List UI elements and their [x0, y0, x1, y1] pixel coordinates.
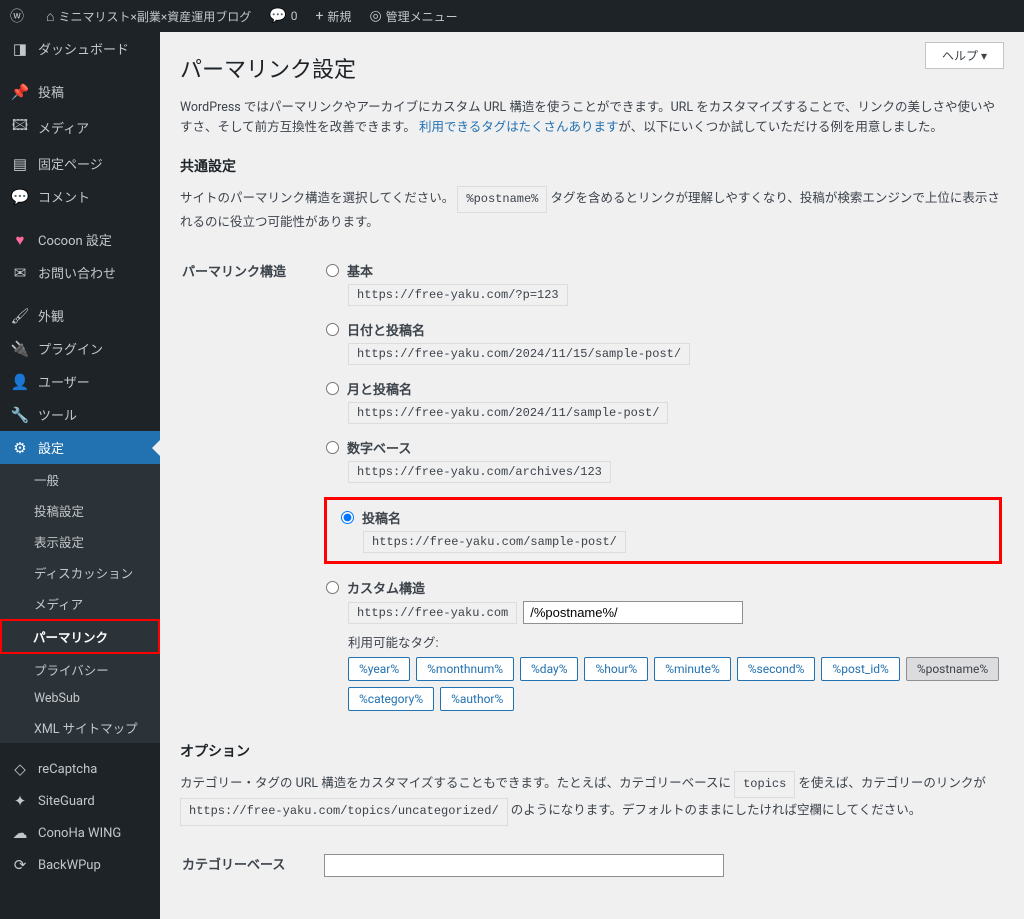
chip-second[interactable]: %second%	[737, 657, 816, 681]
wrench-icon: 🔧	[10, 406, 30, 424]
heart-icon: ♥	[10, 231, 30, 249]
chip-hour[interactable]: %hour%	[584, 657, 648, 681]
menu-pages[interactable]: ▤固定ページ	[0, 147, 160, 180]
example-month: https://free-yaku.com/2024/11/sample-pos…	[348, 402, 668, 424]
user-icon: 👤	[10, 373, 30, 391]
label-day[interactable]: 日付と投稿名	[347, 320, 425, 339]
label-month[interactable]: 月と投稿名	[347, 379, 412, 398]
shield-icon: ✦	[10, 792, 30, 810]
dashboard-icon: ◨	[10, 40, 30, 58]
intro-text: WordPress ではパーマリンクやアーカイブにカスタム URL 構造を使うこ…	[180, 98, 1004, 138]
admin-toolbar: ⓦ ⌂ミニマリスト×副業×資産運用ブログ 💬0 +新規 ◎管理メニュー	[0, 0, 1024, 32]
chip-postname[interactable]: %postname%	[906, 657, 999, 681]
sub-privacy[interactable]: プライバシー	[0, 654, 160, 685]
menu-settings[interactable]: ⚙設定	[0, 431, 160, 464]
tag-chips: %year% %monthnum% %day% %hour% %minute% …	[348, 657, 1002, 711]
menu-conoha[interactable]: ☁ConoHa WING	[0, 817, 160, 849]
category-base-input[interactable]	[324, 854, 724, 877]
menu-siteguard[interactable]: ✦SiteGuard	[0, 785, 160, 817]
menu-backwpup[interactable]: ⟳BackWPup	[0, 849, 160, 881]
radio-numeric[interactable]	[326, 441, 339, 454]
custom-base: https://free-yaku.com	[348, 602, 517, 624]
page-title: パーマリンク設定	[180, 52, 1004, 84]
settings-submenu: 一般 投稿設定 表示設定 ディスカッション メディア パーマリンク プライバシー…	[0, 464, 160, 743]
sub-general[interactable]: 一般	[0, 464, 160, 495]
new-content[interactable]: +新規	[315, 8, 351, 25]
chip-minute[interactable]: %minute%	[654, 657, 731, 681]
custom-structure-input[interactable]	[523, 601, 743, 624]
site-name[interactable]: ⌂ミニマリスト×副業×資産運用ブログ	[46, 8, 251, 25]
sub-permalink[interactable]: パーマリンク	[0, 619, 160, 654]
sub-websub[interactable]: WebSub	[0, 685, 160, 712]
main-content: ヘルプ ▾ パーマリンク設定 WordPress ではパーマリンクやアーカイブに…	[160, 32, 1024, 919]
chip-postid[interactable]: %post_id%	[821, 657, 899, 681]
tags-label: 利用可能なタグ:	[348, 632, 1002, 651]
radio-day[interactable]	[326, 323, 339, 336]
label-custom[interactable]: カスタム構造	[347, 578, 425, 597]
label-numeric[interactable]: 数字ベース	[347, 438, 411, 457]
wing-icon: ☁	[10, 824, 30, 842]
common-desc: サイトのパーマリンク構造を選択してください。 %postname% タグを含める…	[180, 186, 1004, 233]
sub-xml[interactable]: XML サイトマップ	[0, 712, 160, 743]
menu-users[interactable]: 👤ユーザー	[0, 365, 160, 398]
help-tab[interactable]: ヘルプ ▾	[925, 42, 1004, 69]
menu-posts[interactable]: 📌投稿	[0, 75, 160, 108]
postname-tag-inline: %postname%	[457, 186, 547, 213]
menu-plugins[interactable]: 🔌プラグイン	[0, 332, 160, 365]
sub-writing[interactable]: 投稿設定	[0, 495, 160, 526]
label-postname[interactable]: 投稿名	[362, 508, 401, 527]
menu-dashboard[interactable]: ◨ダッシュボード	[0, 32, 160, 65]
example-numeric: https://free-yaku.com/archives/123	[348, 461, 611, 483]
menu-tools[interactable]: 🔧ツール	[0, 398, 160, 431]
menu-comments[interactable]: 💬コメント	[0, 180, 160, 213]
admin-menu-link[interactable]: ◎管理メニュー	[369, 8, 457, 25]
media-icon: 🖾	[10, 115, 30, 140]
menu-contact[interactable]: ✉お問い合わせ	[0, 256, 160, 289]
options-desc: カテゴリー・タグの URL 構造をカスタマイズすることもできます。たとえば、カテ…	[180, 771, 1004, 825]
example-plain: https://free-yaku.com/?p=123	[348, 284, 568, 306]
radio-custom[interactable]	[326, 581, 339, 594]
topics-code: topics	[734, 771, 795, 798]
radio-month[interactable]	[326, 382, 339, 395]
backup-icon: ⟳	[10, 856, 30, 874]
wp-logo[interactable]: ⓦ	[10, 6, 28, 26]
radio-postname[interactable]	[341, 511, 354, 524]
structure-label: パーマリンク構造	[182, 251, 322, 721]
example-day: https://free-yaku.com/2024/11/15/sample-…	[348, 343, 690, 365]
plug-icon: 🔌	[10, 340, 30, 358]
intro-link[interactable]: 利用できるタグはたくさんあります	[419, 120, 619, 135]
chip-monthnum[interactable]: %monthnum%	[416, 657, 514, 681]
mail-icon: ✉	[10, 264, 30, 282]
options-heading: オプション	[180, 741, 1004, 761]
admin-sidebar: ◨ダッシュボード 📌投稿 🖾メディア ▤固定ページ 💬コメント ♥Cocoon …	[0, 32, 160, 919]
menu-media[interactable]: 🖾メディア	[0, 108, 160, 147]
highlighted-option: 投稿名 https://free-yaku.com/sample-post/	[324, 497, 1002, 564]
comment-icon: 💬	[10, 188, 30, 206]
brush-icon: 🖌	[10, 307, 30, 325]
example-postname: https://free-yaku.com/sample-post/	[363, 531, 626, 553]
sub-discussion[interactable]: ディスカッション	[0, 557, 160, 588]
chip-author[interactable]: %author%	[440, 687, 514, 711]
common-heading: 共通設定	[180, 156, 1004, 176]
menu-appearance[interactable]: 🖌外観	[0, 299, 160, 332]
comments-count[interactable]: 💬0	[269, 8, 297, 24]
chip-category[interactable]: %category%	[348, 687, 434, 711]
menu-cocoon[interactable]: ♥Cocoon 設定	[0, 223, 160, 256]
sub-reading[interactable]: 表示設定	[0, 526, 160, 557]
menu-recaptcha[interactable]: ◇reCaptcha	[0, 753, 160, 785]
pin-icon: 📌	[10, 83, 30, 101]
label-plain[interactable]: 基本	[347, 261, 373, 280]
chip-day[interactable]: %day%	[520, 657, 578, 681]
sub-media[interactable]: メディア	[0, 588, 160, 619]
topics-example: https://free-yaku.com/topics/uncategoriz…	[180, 798, 508, 825]
radio-plain[interactable]	[326, 264, 339, 277]
sliders-icon: ⚙	[10, 439, 30, 457]
chip-year[interactable]: %year%	[348, 657, 410, 681]
page-icon: ▤	[10, 155, 30, 173]
category-base-label: カテゴリーベース	[182, 844, 322, 887]
recaptcha-icon: ◇	[10, 760, 30, 778]
